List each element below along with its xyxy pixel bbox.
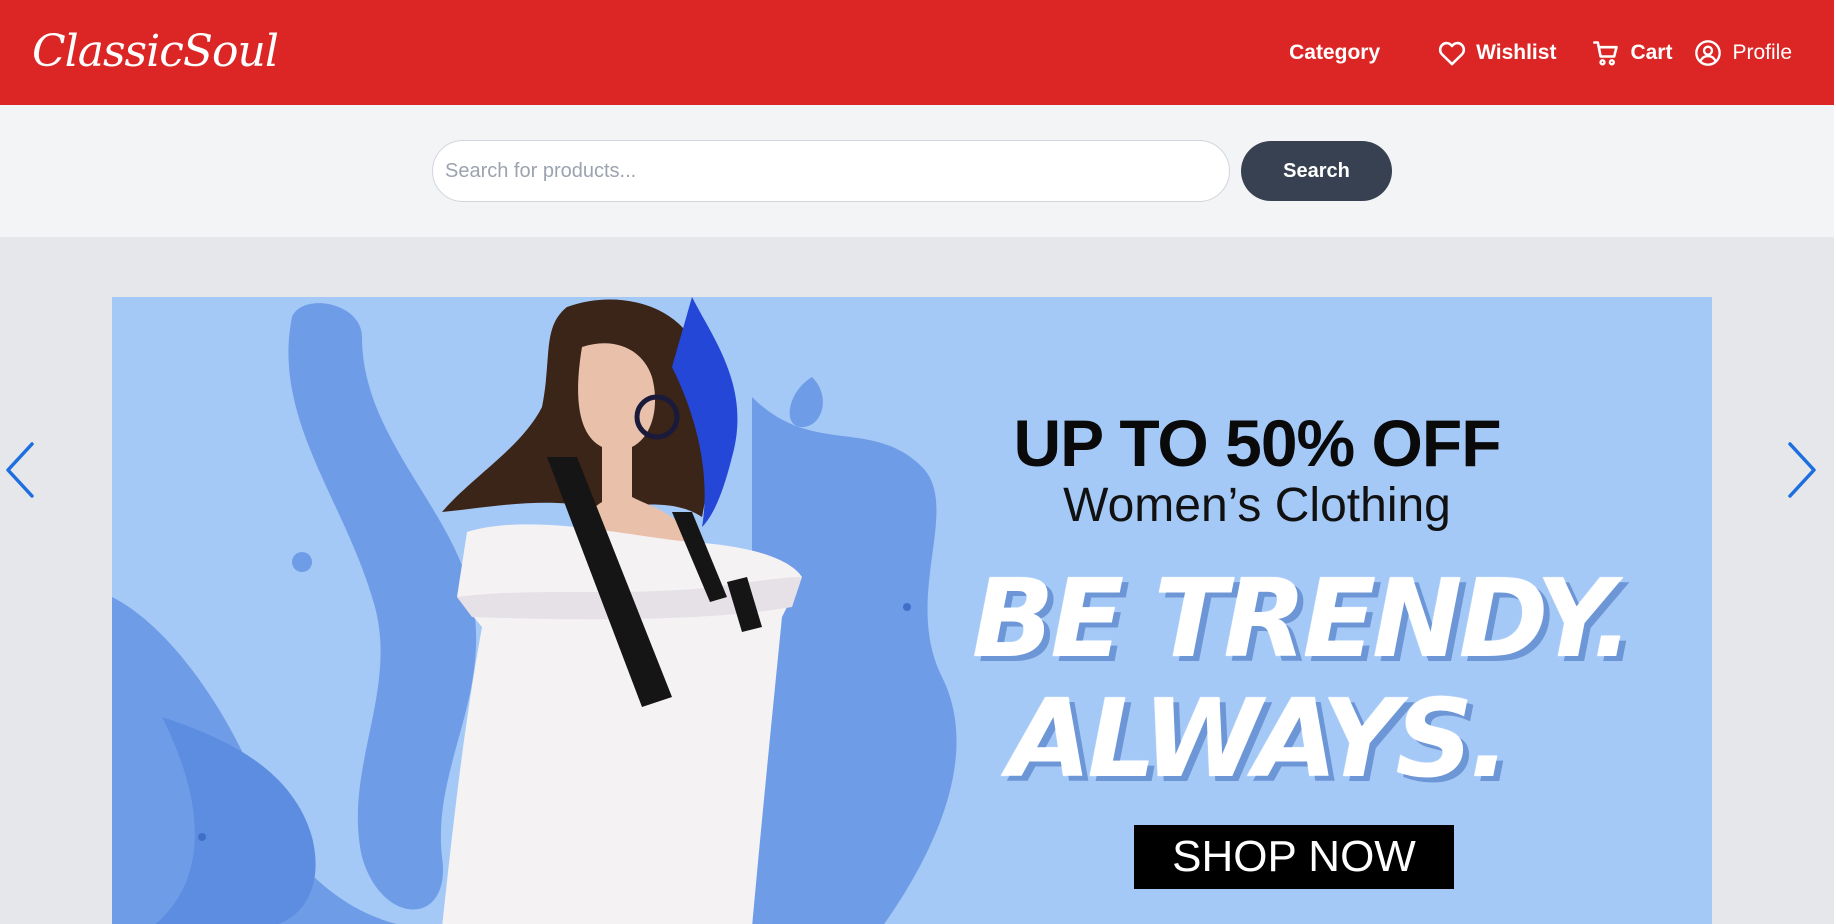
shop-now-button[interactable]: SHOP NOW <box>1134 825 1454 889</box>
main-nav: Category Wishlist Cart Profile <box>1289 0 1792 105</box>
promo-tagline-2: ALWAYS. <box>1007 677 1511 802</box>
promo-subheadline: Women’s Clothing <box>1063 479 1451 532</box>
banner-slide[interactable]: UP TO 50% OFF Women’s Clothing BE TRENDY… <box>112 297 1712 924</box>
nav-wishlist-label: Wishlist <box>1476 40 1557 64</box>
site-header: ClassicSoul Category Wishlist Cart Profi… <box>0 0 1834 105</box>
cart-icon <box>1592 39 1620 67</box>
nav-cart[interactable]: Cart <box>1592 39 1672 67</box>
brand-logo[interactable]: ClassicSoul <box>32 22 279 82</box>
chevron-left-icon <box>2 440 38 505</box>
hero-carousel: UP TO 50% OFF Women’s Clothing BE TRENDY… <box>0 237 1834 924</box>
promo-headline: UP TO 50% OFF <box>1013 406 1501 480</box>
search-button[interactable]: Search <box>1241 141 1392 201</box>
carousel-next-button[interactable] <box>1782 437 1822 507</box>
nav-wishlist[interactable]: Wishlist <box>1438 40 1556 66</box>
heart-icon <box>1438 40 1466 66</box>
nav-cart-label: Cart <box>1630 40 1673 64</box>
nav-profile[interactable]: Profile <box>1694 39 1792 67</box>
search-input[interactable] <box>432 140 1230 202</box>
nav-category[interactable]: Category <box>1289 41 1380 65</box>
page: ClassicSoul Category Wishlist Cart Profi… <box>0 0 1836 924</box>
promo-tagline-1: BE TRENDY. <box>972 557 1633 682</box>
nav-profile-label: Profile <box>1732 40 1792 64</box>
nav-category-label: Category <box>1289 40 1381 64</box>
user-circle-icon <box>1694 39 1722 67</box>
chevron-right-icon <box>1784 440 1820 505</box>
search-bar: Search <box>0 105 1834 237</box>
carousel-prev-button[interactable] <box>0 437 40 507</box>
